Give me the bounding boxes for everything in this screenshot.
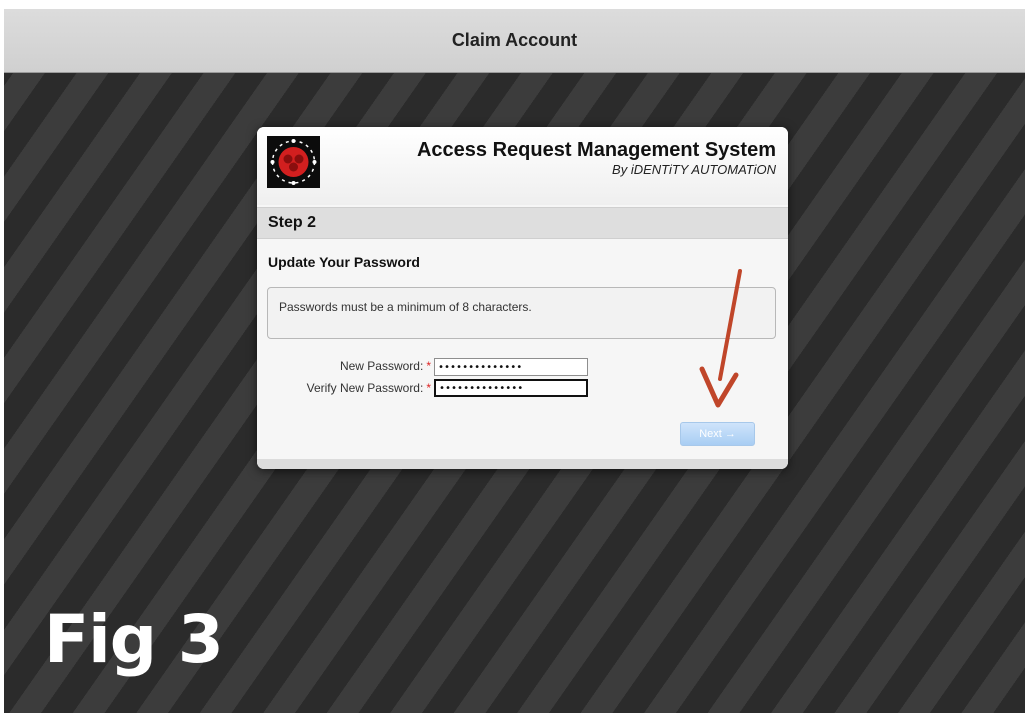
logo-icon — [267, 136, 320, 188]
window-title: Claim Account — [451, 30, 578, 50]
notice-text: Passwords must be a minimum of 8 charact… — [279, 300, 532, 314]
required-marker: * — [426, 381, 431, 395]
title-bar: Claim Account — [4, 9, 1025, 73]
dialog-header: Access Request Management System By iDEN… — [257, 127, 788, 205]
screenshot-frame: Claim Account Access Request Management … — [4, 9, 1025, 713]
next-button[interactable]: Next → — [680, 422, 755, 446]
next-button-label: Next — [699, 428, 722, 440]
figure-label: Fig 3 — [44, 601, 224, 678]
password-requirements-notice: Passwords must be a minimum of 8 charact… — [267, 287, 776, 339]
required-marker: * — [426, 359, 431, 373]
new-password-input[interactable] — [434, 358, 588, 376]
system-title: Access Request Management System — [416, 139, 776, 161]
step-header: Step 2 — [257, 207, 788, 239]
claim-account-dialog: Access Request Management System By iDEN… — [257, 127, 788, 469]
verify-password-label-text: Verify New Password: — [306, 381, 424, 395]
section-title: Update Your Password — [268, 254, 420, 270]
step-label: Step 2 — [268, 214, 317, 231]
system-subtitle: By iDENTiTY AUTOMATiON — [612, 162, 776, 177]
dialog-footer — [257, 459, 788, 469]
new-password-label: New Password: * — [340, 359, 431, 373]
verify-password-input[interactable] — [434, 379, 588, 397]
arrow-right-icon: → — [724, 428, 736, 440]
new-password-label-text: New Password: — [339, 359, 424, 373]
verify-password-label: Verify New Password: * — [307, 381, 431, 395]
